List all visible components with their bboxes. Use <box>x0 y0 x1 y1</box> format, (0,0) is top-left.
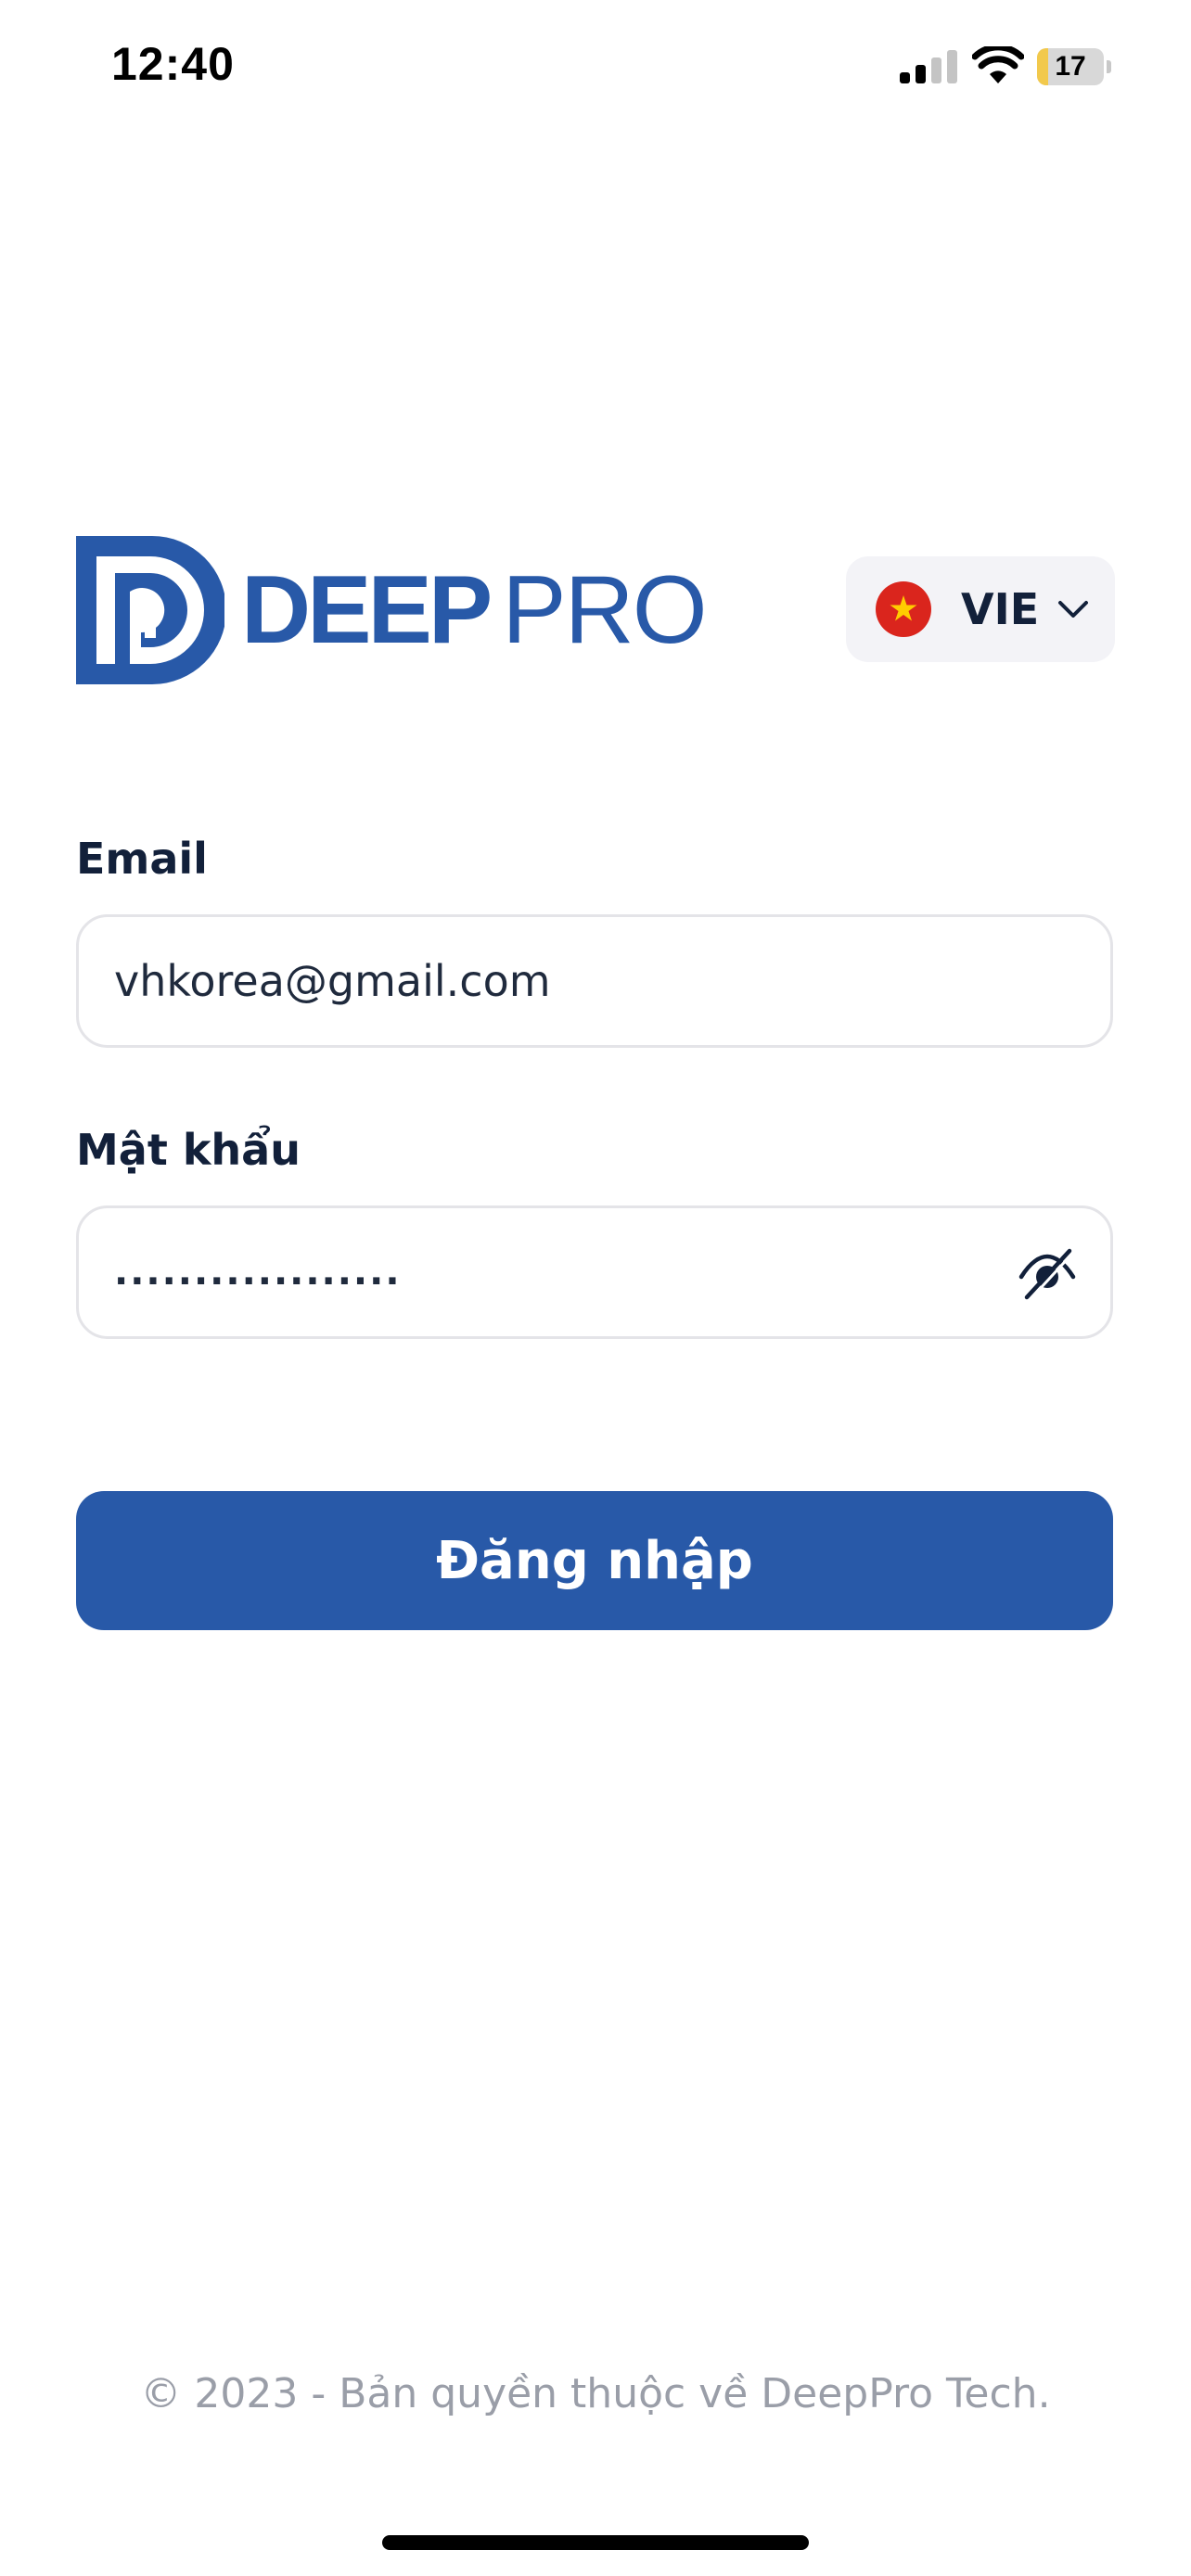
password-masked-value: .................. <box>114 1251 402 1294</box>
status-time: 12:40 <box>111 38 235 90</box>
logo-word-pro: PRO <box>502 556 707 664</box>
wifi-icon <box>972 46 1024 83</box>
battery-cap <box>1107 60 1111 73</box>
email-label: Email <box>76 834 208 884</box>
password-label: Mật khẩu <box>76 1125 301 1175</box>
logo-word-deep: DEEP <box>241 556 493 664</box>
email-field[interactable]: vhkorea@gmail.com <box>76 914 1113 1048</box>
login-button[interactable]: Đăng nhập <box>76 1491 1113 1630</box>
battery-percent: 17 <box>1055 51 1086 82</box>
battery-indicator: 17 <box>1037 48 1111 85</box>
deeppro-logo: DEEP PRO <box>76 536 708 684</box>
copyright-footer: © 2023 - Bản quyền thuộc về DeepPro Tech… <box>140 2370 1051 2417</box>
email-value: vhkorea@gmail.com <box>114 956 551 1006</box>
chevron-down-icon <box>1058 601 1088 618</box>
language-selector[interactable]: VIE <box>846 556 1115 662</box>
deeppro-logo-mark-icon <box>76 536 224 684</box>
eye-off-icon[interactable] <box>1018 1245 1077 1301</box>
vietnam-flag-icon <box>876 581 931 637</box>
cellular-signal-icon <box>900 50 957 83</box>
status-bar: 12:40 17 <box>0 0 1191 139</box>
home-indicator[interactable] <box>382 2535 809 2550</box>
language-code: VIE <box>961 584 1040 634</box>
logo-wordmark: DEEP PRO <box>241 556 708 664</box>
battery-body: 17 <box>1037 48 1104 85</box>
password-field[interactable]: .................. <box>76 1205 1113 1339</box>
